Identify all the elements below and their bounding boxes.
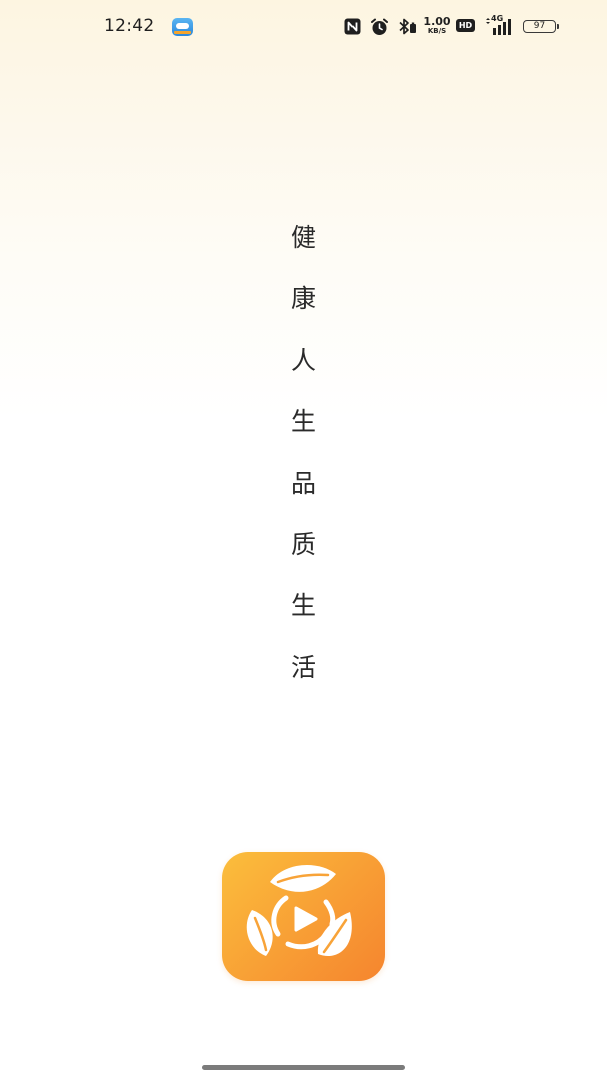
home-indicator[interactable] — [202, 1065, 405, 1070]
hd-voice-icon: HD — [456, 19, 475, 32]
status-bar: 12:42 1.00 KB/S HD 4G 97 — [0, 0, 607, 56]
status-time: 12:42 — [104, 16, 155, 36]
slogan-char: 人 — [290, 345, 316, 375]
network-speed-value: 1.00 — [423, 15, 451, 28]
battery-tip — [557, 24, 559, 29]
slogan-char: 健 — [290, 223, 316, 252]
app-logo — [222, 852, 385, 981]
weather-app-icon — [172, 18, 193, 36]
slogan-char: 康 — [290, 284, 316, 314]
leaves-play-logo-icon — [246, 864, 352, 957]
slogan-char: 品 — [290, 468, 316, 498]
slogan: 健 康 人 生 品 质 生 活 — [0, 221, 607, 712]
battery-icon: 97 — [523, 20, 556, 33]
slogan-char: 质 — [290, 529, 316, 559]
network-type: 4G — [491, 14, 504, 23]
alarm-icon — [371, 18, 388, 35]
nfc-icon — [344, 18, 361, 35]
slogan-char: 生 — [290, 407, 316, 437]
bluetooth-icon — [399, 18, 416, 35]
slogan-char: 活 — [290, 652, 316, 682]
network-speed: 1.00 KB/S — [422, 16, 452, 35]
slogan-char: 生 — [290, 591, 316, 621]
network-speed-unit: KB/S — [427, 27, 447, 35]
battery-level: 97 — [533, 21, 546, 31]
